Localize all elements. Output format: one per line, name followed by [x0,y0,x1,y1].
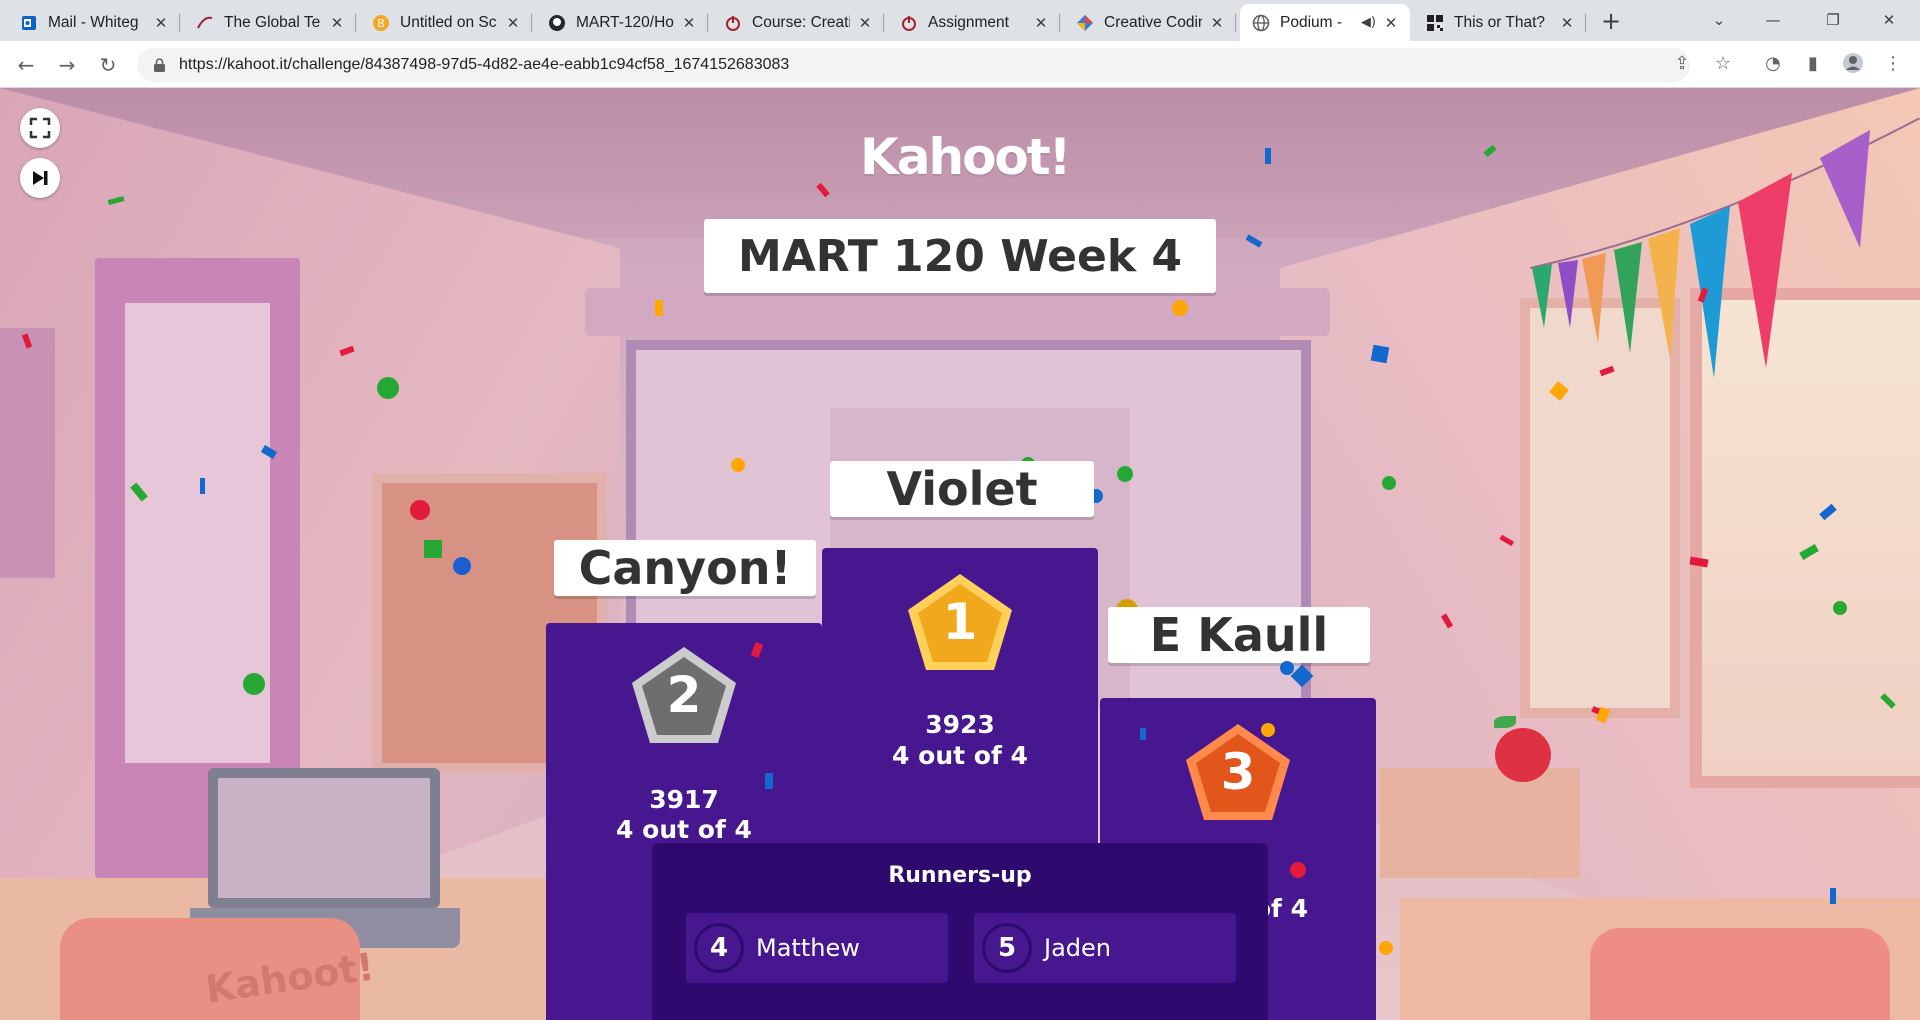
power-icon [724,14,742,32]
power-icon [900,14,918,32]
globe-icon [1252,14,1270,32]
address-bar[interactable]: https://kahoot.it/challenge/84387498-97d… [137,48,1690,82]
tab-separator [179,14,180,32]
extension-icon[interactable]: ◔ [1758,48,1788,78]
tab-title: Course: Creati [752,13,850,31]
share-icon[interactable]: ⇪ [1667,48,1697,78]
tab-title: MART-120/Ho [576,13,674,31]
tab-separator [1235,14,1236,32]
speaker-icon[interactable]: ◀) [1361,15,1376,30]
url-text[interactable]: https://kahoot.it/challenge/84387498-97d… [179,56,789,74]
tab-separator [707,14,708,32]
minimize-button[interactable]: — [1750,4,1796,36]
tab-github[interactable]: MART-120/Ho ✕ [536,4,708,41]
side-panel-icon[interactable]: ▮ [1798,48,1828,78]
close-icon[interactable]: ✕ [680,14,698,32]
new-tab-button[interactable]: + [1598,7,1624,35]
tab-separator [1059,14,1060,32]
close-icon[interactable]: ✕ [504,14,522,32]
qr-icon [1426,14,1444,32]
outlook-icon [20,14,38,32]
back-button[interactable]: ← [12,51,40,79]
bookmark-star-icon[interactable]: ☆ [1708,48,1738,78]
tab-separator [531,14,532,32]
menu-kebab-icon[interactable]: ⋮ [1878,48,1908,78]
confetti-foreground [750,642,1306,878]
tab-title: Creative Codir [1104,13,1202,31]
close-icon[interactable]: ✕ [1558,14,1576,32]
close-window-button[interactable]: ✕ [1866,4,1912,36]
tab-separator [355,14,356,32]
tab-creative-coding[interactable]: Creative Codir ✕ [1064,4,1236,41]
tab-course[interactable]: Course: Creati ✕ [712,4,884,41]
kahoot-podium-page: Kahoot! Kahoot! MART 120 Week 4 Canyon! … [0,88,1920,1020]
close-icon[interactable]: ✕ [328,14,346,32]
close-icon[interactable]: ✕ [152,14,170,32]
close-icon[interactable]: ✕ [1208,14,1226,32]
svg-text:B: B [377,17,385,30]
tab-strip: Mail - Whiteg ✕ The Global Te ✕ B Untitl… [0,0,1920,41]
close-icon[interactable]: ✕ [856,14,874,32]
tab-podium[interactable]: Podium - ◀) ✕ [1240,4,1410,41]
tab-title: This or That? [1454,13,1546,31]
github-icon [548,14,566,32]
tab-mail[interactable]: Mail - Whiteg ✕ [8,4,180,41]
tab-separator [1585,14,1586,32]
browser-toolbar: ← → ↻ https://kahoot.it/challenge/843874… [0,41,1920,88]
forward-button[interactable]: → [53,51,81,79]
close-icon[interactable]: ✕ [1382,14,1400,32]
tab-title: Mail - Whiteg [48,13,139,31]
profile-avatar-icon[interactable] [1838,48,1868,78]
reload-button[interactable]: ↻ [94,51,122,79]
restore-button[interactable]: ❐ [1810,4,1856,36]
tab-global[interactable]: The Global Te ✕ [184,4,356,41]
tab-this-or-that[interactable]: This or That? ✕ [1414,4,1586,41]
tab-search-button[interactable]: ⌄ [1696,4,1742,36]
tab-separator [883,14,884,32]
diamond-icon [1076,14,1094,32]
bitcoin-icon: B [372,14,390,32]
tab-assignment[interactable]: Assignment ✕ [888,4,1060,41]
tab-title: Podium - [1280,13,1343,31]
close-icon[interactable]: ✕ [1032,14,1050,32]
tab-untitled[interactable]: B Untitled on Sc ✕ [360,4,532,41]
lock-icon[interactable] [151,57,167,73]
tab-title: Untitled on Sc [400,13,497,31]
swoosh-icon [196,14,214,32]
tab-title: Assignment [928,13,1009,31]
tab-title: The Global Te [224,13,321,31]
